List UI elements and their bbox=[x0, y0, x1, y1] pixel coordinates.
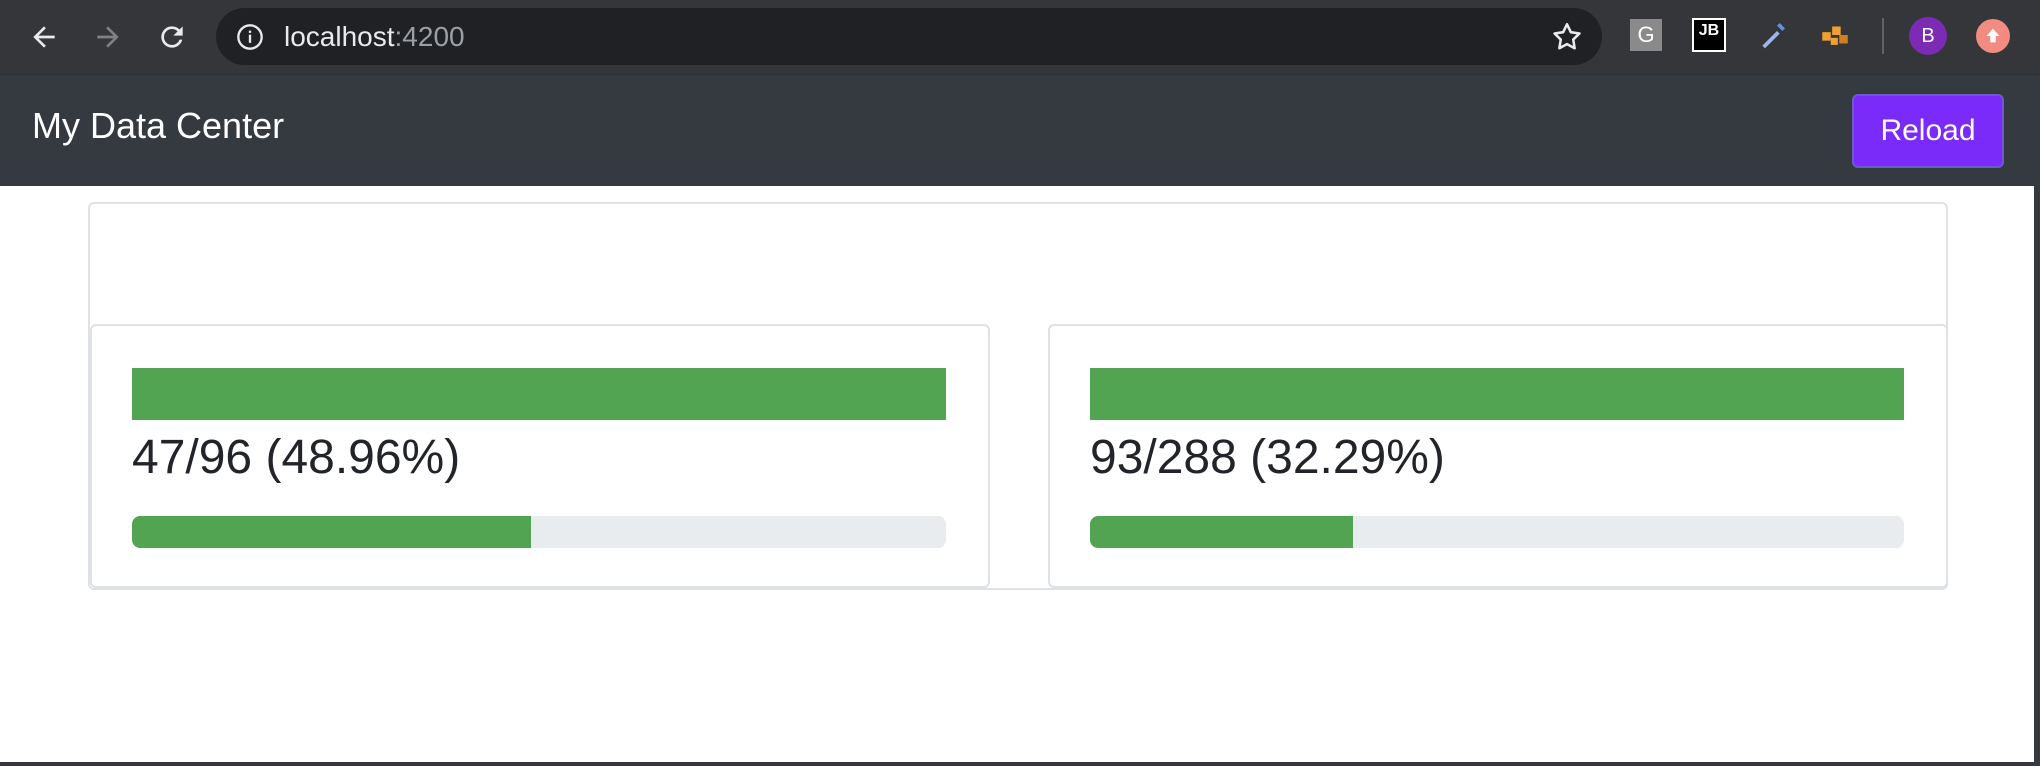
toolbar-divider bbox=[1882, 18, 1884, 54]
address-bar[interactable]: localhost:4200 bbox=[216, 8, 1602, 65]
progress-fill bbox=[132, 516, 531, 548]
extension-aws-s3-icon[interactable] bbox=[1818, 18, 1852, 52]
stat-value: 93/288 (32.29%) bbox=[1090, 431, 1445, 484]
progress-bar bbox=[132, 516, 946, 548]
url-text: localhost:4200 bbox=[284, 21, 465, 52]
bookmark-star-icon[interactable] bbox=[1550, 20, 1584, 54]
app-navbar: My Data Center Reload bbox=[0, 74, 2040, 186]
app-brand[interactable]: My Data Center bbox=[32, 105, 284, 147]
forward-arrow-icon[interactable] bbox=[84, 13, 132, 61]
extension-dropper-icon[interactable] bbox=[1756, 18, 1790, 52]
status-bar bbox=[132, 368, 946, 420]
update-icon[interactable] bbox=[1976, 19, 2010, 53]
profile-avatar[interactable]: B bbox=[1909, 17, 1947, 55]
status-bar bbox=[1090, 368, 1904, 420]
stat-value: 47/96 (48.96%) bbox=[132, 431, 461, 484]
back-arrow-icon[interactable] bbox=[20, 13, 68, 61]
browser-toolbar: localhost:4200 G JB B bbox=[0, 0, 2040, 74]
extension-jb-icon[interactable]: JB bbox=[1692, 18, 1726, 52]
info-icon[interactable] bbox=[236, 23, 264, 51]
window-edge bbox=[2034, 186, 2040, 766]
progress-bar bbox=[1090, 516, 1904, 548]
reload-icon[interactable] bbox=[148, 13, 196, 61]
extension-g-icon[interactable]: G bbox=[1629, 18, 1663, 52]
window-edge bbox=[0, 762, 2040, 766]
stat-card: 47/96 (48.96%) bbox=[90, 324, 990, 588]
stat-card: 93/288 (32.29%) bbox=[1048, 324, 1948, 588]
reload-button[interactable]: Reload bbox=[1852, 94, 2004, 168]
progress-fill bbox=[1090, 516, 1353, 548]
